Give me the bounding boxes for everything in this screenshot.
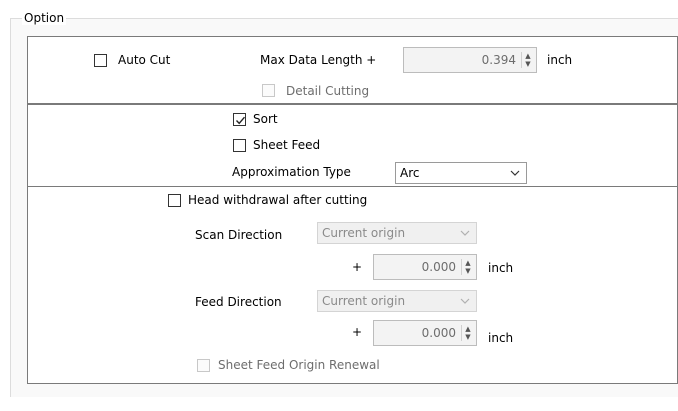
scan-direction-value: Current origin — [322, 226, 406, 240]
max-data-length-spin-buttons[interactable]: ▲ ▼ — [521, 52, 533, 68]
sheet-feed-checkbox[interactable] — [233, 139, 246, 152]
scan-offset-value: 0.000 — [421, 260, 456, 274]
sort-checkbox[interactable] — [233, 113, 246, 126]
approximation-type-select[interactable]: Arc — [395, 162, 527, 184]
spin-down-icon[interactable]: ▼ — [463, 267, 473, 275]
feed-offset-prefix: + — [352, 325, 363, 339]
max-data-length-unit: inch — [547, 53, 573, 67]
auto-cut-label: Auto Cut — [118, 53, 171, 67]
approximation-type-value: Arc — [400, 166, 420, 180]
detail-cutting-checkbox[interactable] — [262, 84, 275, 97]
scan-offset-spin-buttons[interactable]: ▲ ▼ — [461, 259, 473, 275]
approximation-type-label: Approximation Type — [232, 165, 351, 179]
spin-up-icon[interactable]: ▲ — [463, 259, 473, 267]
feed-offset-value: 0.000 — [421, 326, 456, 340]
auto-cut-checkbox[interactable] — [94, 54, 107, 67]
detail-cutting-label: Detail Cutting — [286, 84, 370, 98]
feed-offset-unit: inch — [488, 331, 514, 345]
max-data-length-label: Max Data Length + — [260, 53, 377, 67]
spin-down-icon[interactable]: ▼ — [463, 333, 473, 341]
sort-section — [27, 104, 678, 187]
head-withdrawal-checkbox[interactable] — [168, 194, 181, 207]
head-withdrawal-section — [27, 186, 678, 384]
head-withdrawal-label: Head withdrawal after cutting — [188, 193, 368, 207]
max-data-length-value: 0.394 — [481, 53, 516, 67]
feed-direction-value: Current origin — [322, 294, 406, 308]
scan-direction-select[interactable]: Current origin — [317, 222, 477, 244]
sheet-feed-label: Sheet Feed — [253, 138, 321, 152]
chevron-down-icon — [510, 170, 520, 176]
sort-label: Sort — [253, 112, 278, 126]
spin-down-icon[interactable]: ▼ — [523, 60, 533, 68]
sheet-feed-origin-renewal-checkbox[interactable] — [197, 359, 210, 372]
feed-direction-select[interactable]: Current origin — [317, 290, 477, 312]
spin-up-icon[interactable]: ▲ — [463, 325, 473, 333]
feed-offset-spin-buttons[interactable]: ▲ ▼ — [461, 325, 473, 341]
scan-offset-unit: inch — [488, 261, 514, 275]
scan-offset-prefix: + — [352, 260, 363, 274]
chevron-down-icon — [460, 298, 470, 304]
check-icon — [235, 116, 246, 125]
spin-up-icon[interactable]: ▲ — [523, 52, 533, 60]
chevron-down-icon — [460, 230, 470, 236]
feed-direction-label: Feed Direction — [195, 295, 282, 309]
max-data-length-spinbox[interactable]: 0.394 ▲ ▼ — [403, 47, 537, 73]
scan-offset-spinbox[interactable]: 0.000 ▲ ▼ — [373, 254, 477, 280]
feed-offset-spinbox[interactable]: 0.000 ▲ ▼ — [373, 320, 477, 346]
sheet-feed-origin-renewal-label: Sheet Feed Origin Renewal — [218, 358, 380, 372]
option-group-title: Option — [22, 11, 67, 25]
scan-direction-label: Scan Direction — [195, 228, 283, 242]
